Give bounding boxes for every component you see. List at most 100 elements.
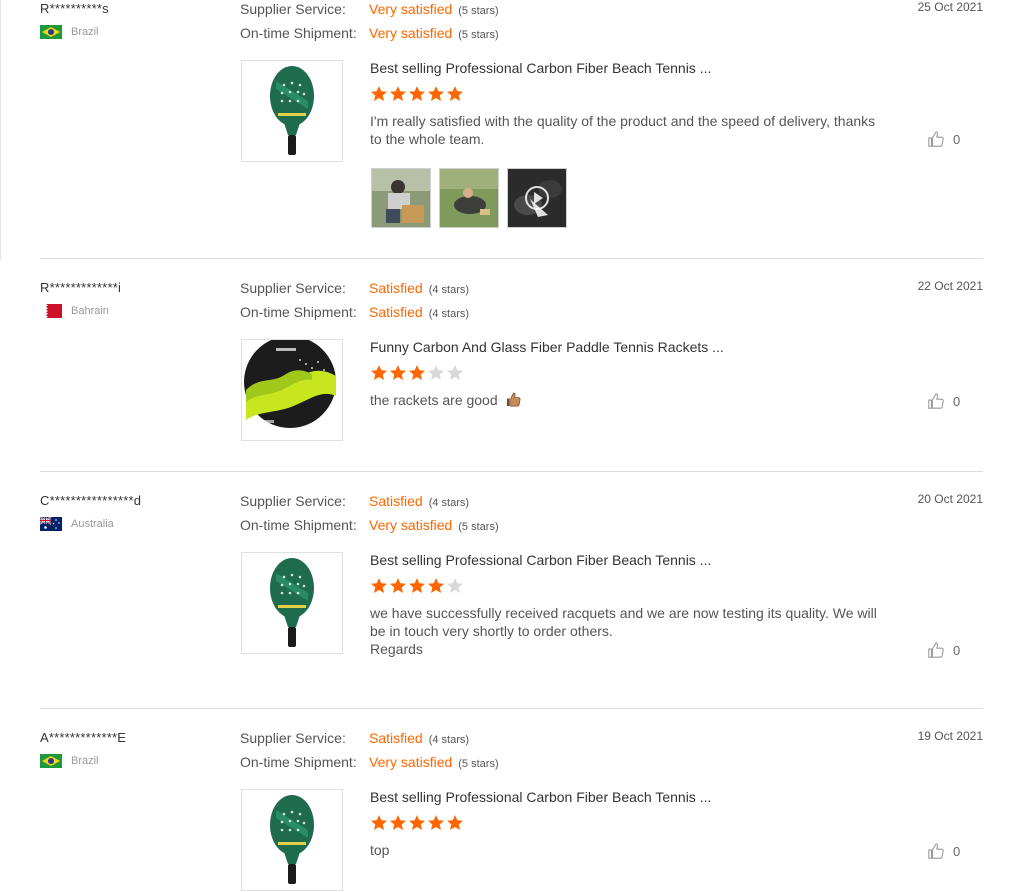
star-filled-icon <box>389 815 407 831</box>
review-date: 20 Oct 2021 <box>917 492 983 506</box>
review-photo[interactable] <box>439 168 499 228</box>
review-separator <box>40 471 983 472</box>
star-empty-icon <box>446 578 464 594</box>
supplier-service-rating: Very satisfied (5 stars) <box>369 1 499 17</box>
product-title[interactable]: Best selling Professional Carbon Fiber B… <box>370 789 711 805</box>
thumbs-up-icon <box>928 642 944 658</box>
like-count: 0 <box>953 131 961 147</box>
product-thumbnail[interactable] <box>241 60 343 162</box>
green-racket-image <box>270 558 314 647</box>
star-filled-icon <box>427 815 445 831</box>
buyer-name: R*************i <box>40 280 122 295</box>
country-name: Brazil <box>71 26 99 38</box>
product-rating-stars <box>370 85 465 103</box>
review-photo[interactable] <box>371 168 431 228</box>
supplier-service-value: Satisfied <box>369 493 423 509</box>
video-play-icon <box>508 169 566 227</box>
supplier-service-stars: (4 stars) <box>428 284 470 296</box>
thumbs-up-icon <box>928 131 944 147</box>
buyer-country: Brazil <box>40 754 99 768</box>
product-title[interactable]: Best selling Professional Carbon Fiber B… <box>370 552 711 568</box>
star-filled-icon <box>389 365 407 381</box>
star-filled-icon <box>370 365 388 381</box>
ontime-shipment-value: Satisfied <box>369 304 423 320</box>
comment-line: I'm really satisfied with the quality of… <box>370 113 876 129</box>
star-filled-icon <box>427 86 445 102</box>
supplier-service-label: Supplier Service: <box>240 493 346 509</box>
outdoor-photo <box>440 169 498 227</box>
buyer-name: C****************d <box>40 493 142 508</box>
like-count: 0 <box>953 393 961 409</box>
supplier-service-label: Supplier Service: <box>240 730 346 746</box>
comment-line: we have successfully received racquets a… <box>370 605 877 621</box>
page-edge-rule <box>0 0 1 260</box>
review-separator <box>40 708 983 709</box>
country-name: Brazil <box>71 755 99 767</box>
comment-text: the rackets are good <box>370 392 498 408</box>
star-empty-icon <box>427 365 445 381</box>
review-comment: I'm really satisfied with the quality of… <box>370 112 880 148</box>
ontime-shipment-value: Very satisfied <box>369 25 453 41</box>
unboxing-photo <box>372 169 430 227</box>
ontime-shipment-label: On-time Shipment: <box>240 517 357 533</box>
like-button[interactable]: 0 <box>927 392 960 410</box>
supplier-service-stars: (5 stars) <box>458 5 499 17</box>
like-button[interactable]: 0 <box>927 641 960 659</box>
ontime-shipment-label: On-time Shipment: <box>240 25 357 41</box>
review-comment: the rackets are good <box>370 391 880 409</box>
like-button[interactable]: 0 <box>927 842 960 860</box>
star-filled-icon <box>408 578 426 594</box>
buyer-name: R**********s <box>40 1 109 16</box>
star-filled-icon <box>370 86 388 102</box>
star-filled-icon <box>389 86 407 102</box>
product-title[interactable]: Funny Carbon And Glass Fiber Paddle Tenn… <box>370 339 724 355</box>
ontime-shipment-stars: (4 stars) <box>428 308 470 320</box>
review-separator <box>40 258 983 259</box>
review-date: 25 Oct 2021 <box>917 0 983 14</box>
supplier-service-stars: (4 stars) <box>428 734 470 746</box>
country-name: Bahrain <box>71 305 109 317</box>
buyer-country: Bahrain <box>40 304 109 318</box>
star-filled-icon <box>370 815 388 831</box>
product-rating-stars <box>370 364 465 382</box>
comment-line: Regards <box>370 641 423 657</box>
buyer-name: A*************E <box>40 730 127 745</box>
ontime-shipment-rating: Very satisfied (5 stars) <box>369 517 499 533</box>
flag-brazil-icon <box>40 754 62 768</box>
ontime-shipment-value: Very satisfied <box>369 517 453 533</box>
star-empty-icon <box>446 365 464 381</box>
star-filled-icon <box>446 86 464 102</box>
supplier-service-label: Supplier Service: <box>240 280 346 296</box>
comment-line: top <box>370 842 390 858</box>
star-filled-icon <box>446 815 464 831</box>
review-date: 19 Oct 2021 <box>917 729 983 743</box>
like-count: 0 <box>953 642 961 658</box>
green-racket-image <box>270 66 314 155</box>
supplier-service-stars: (4 stars) <box>428 497 470 509</box>
like-button[interactable]: 0 <box>927 130 960 148</box>
ontime-shipment-label: On-time Shipment: <box>240 754 357 770</box>
buyer-country: Australia <box>40 517 114 531</box>
supplier-service-value: Satisfied <box>369 280 423 296</box>
review-video-thumbnail[interactable] <box>507 168 567 228</box>
ontime-shipment-stars: (5 stars) <box>458 521 499 533</box>
supplier-service-label: Supplier Service: <box>240 1 346 17</box>
review-date: 22 Oct 2021 <box>917 279 983 293</box>
supplier-service-value: Very satisfied <box>369 1 453 17</box>
comment-line: to the whole team. <box>370 131 485 147</box>
product-title[interactable]: Best selling Professional Carbon Fiber B… <box>370 60 711 76</box>
ontime-shipment-value: Very satisfied <box>369 754 453 770</box>
ontime-shipment-rating: Very satisfied (5 stars) <box>369 25 499 41</box>
product-thumbnail[interactable] <box>241 339 343 441</box>
flag-australia-icon <box>40 517 62 531</box>
star-filled-icon <box>408 86 426 102</box>
ontime-shipment-stars: (5 stars) <box>458 758 499 770</box>
green-racket-image <box>270 795 314 884</box>
supplier-service-rating: Satisfied (4 stars) <box>369 280 469 296</box>
product-thumbnail[interactable] <box>241 552 343 654</box>
comment-line: the rackets are good <box>370 391 880 409</box>
product-thumbnail[interactable] <box>241 789 343 891</box>
ontime-shipment-rating: Satisfied (4 stars) <box>369 304 469 320</box>
flag-brazil-icon <box>40 25 62 39</box>
buyer-country: Brazil <box>40 25 99 39</box>
